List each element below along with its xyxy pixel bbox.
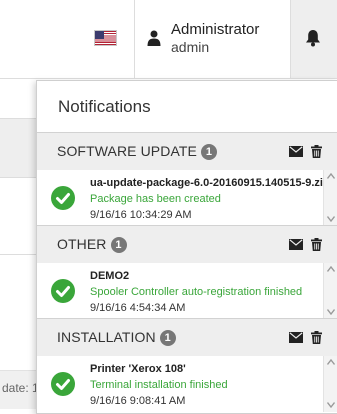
background-divider — [0, 254, 40, 255]
scroll-up-icon[interactable] — [327, 359, 335, 365]
section-label: OTHER 1 — [57, 236, 127, 253]
notification-title: DEMO2 — [90, 270, 130, 282]
bell-icon[interactable] — [305, 29, 321, 47]
panel-title: Notifications — [58, 97, 151, 116]
section-header-installation: INSTALLATION 1 — [37, 318, 337, 357]
count-badge: 1 — [159, 330, 176, 346]
scroll-down-icon[interactable] — [327, 402, 335, 408]
scroll-up-icon[interactable] — [327, 173, 335, 179]
section-label-text: INSTALLATION — [57, 329, 156, 345]
section-header-other: OTHER 1 — [37, 225, 337, 264]
notification-item[interactable]: DEMO2 Spooler Controller auto-registrati… — [37, 263, 337, 319]
us-flag-icon[interactable] — [95, 31, 116, 45]
trash-icon[interactable] — [311, 331, 322, 344]
check-circle-icon — [51, 186, 75, 210]
notification-message: Terminal installation finished — [90, 379, 228, 391]
check-circle-icon — [51, 372, 75, 396]
envelope-icon[interactable] — [289, 146, 303, 157]
notification-item[interactable]: ua-update-package-6.0-20160915.140515-9.… — [37, 170, 337, 226]
trash-icon[interactable] — [311, 145, 322, 158]
notification-message: Spooler Controller auto-registration fin… — [90, 286, 303, 298]
count-badge: 1 — [200, 144, 217, 160]
top-bar: Administrator admin — [0, 0, 337, 79]
notifications-panel: Notifications SOFTWARE UPDATE 1 ua-update… — [36, 80, 337, 414]
section-label: INSTALLATION 1 — [57, 329, 176, 346]
scroll-up-icon[interactable] — [327, 266, 335, 272]
section-label-text: OTHER — [57, 236, 107, 252]
envelope-icon[interactable] — [289, 239, 303, 250]
check-circle-icon — [51, 279, 75, 303]
section-label: SOFTWARE UPDATE 1 — [57, 143, 217, 160]
notification-time: 9/16/16 10:34:29 AM — [90, 209, 192, 221]
user-icon — [147, 30, 161, 46]
user-role: admin — [171, 39, 210, 55]
notification-title: ua-update-package-6.0-20160915.140515-9.… — [90, 177, 330, 189]
notification-time: 9/16/16 4:54:34 AM — [90, 302, 186, 314]
scrollbar[interactable] — [323, 356, 337, 412]
notification-message: Package has been created — [90, 193, 221, 205]
scroll-down-icon[interactable] — [327, 216, 335, 222]
divider — [134, 0, 135, 78]
notification-time: 9/16/16 9:08:41 AM — [90, 395, 186, 407]
scrollbar[interactable] — [323, 263, 337, 319]
envelope-icon[interactable] — [289, 332, 303, 343]
scrollbar[interactable] — [323, 170, 337, 226]
notification-title: Printer 'Xerox 108' — [90, 363, 186, 375]
section-label-text: SOFTWARE UPDATE — [57, 143, 197, 159]
section-header-software-update: SOFTWARE UPDATE 1 — [37, 132, 337, 171]
notification-item[interactable]: Printer 'Xerox 108' Terminal installatio… — [37, 356, 337, 412]
background-band — [0, 118, 40, 178]
user-name[interactable]: Administrator — [171, 21, 259, 38]
count-badge: 1 — [110, 237, 127, 253]
trash-icon[interactable] — [311, 238, 322, 251]
background-update-text: date: 1 — [2, 381, 39, 395]
scroll-down-icon[interactable] — [327, 309, 335, 315]
